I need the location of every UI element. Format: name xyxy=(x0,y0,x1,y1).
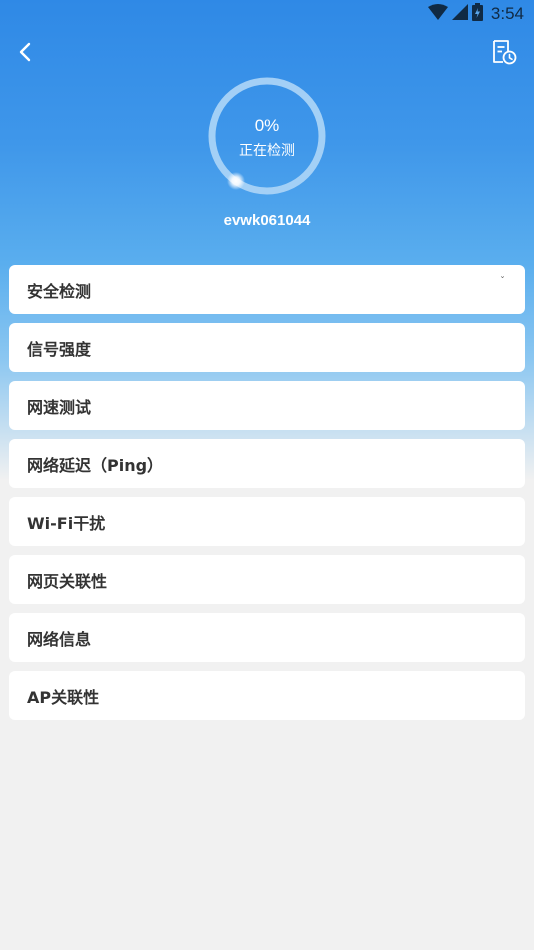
history-button[interactable] xyxy=(490,38,518,66)
detection-item-network-info[interactable]: 网络信息 xyxy=(9,613,525,662)
status-bar: 3:54 xyxy=(0,0,534,28)
device-name: evwk061044 xyxy=(223,212,311,229)
item-label: 安全检测 xyxy=(27,281,92,301)
item-label: 网速测试 xyxy=(27,397,92,417)
item-label: 网络延迟（Ping） xyxy=(27,455,164,475)
back-arrow-icon xyxy=(14,42,38,68)
battery-icon xyxy=(471,2,483,26)
item-label: 信号强度 xyxy=(27,339,92,359)
detection-item-wifi-interference[interactable]: Wi-Fi干扰 xyxy=(9,497,525,546)
detection-item-web-connectivity[interactable]: 网页关联性 xyxy=(9,555,525,604)
history-report-icon xyxy=(490,40,518,70)
detection-item-latency[interactable]: 网络延迟（Ping） xyxy=(9,439,525,488)
detection-item-signal[interactable]: 信号强度 xyxy=(9,323,525,372)
item-label: AP关联性 xyxy=(27,687,100,707)
status-time: 3:54 xyxy=(490,4,524,23)
detection-item-speed[interactable]: 网速测试 xyxy=(9,381,525,430)
status-text: 正在检测 xyxy=(239,143,295,159)
wifi-icon xyxy=(427,3,448,25)
detection-list: 安全检测 ˇ 信号强度 网速测试 网络延迟（Ping） Wi-Fi干扰 网页关联… xyxy=(9,265,525,729)
cellular-signal-icon xyxy=(451,3,468,25)
item-label: 网页关联性 xyxy=(27,571,108,591)
item-label: Wi-Fi干扰 xyxy=(27,513,106,533)
progress-percent: 0% xyxy=(254,116,280,135)
item-label: 网络信息 xyxy=(27,629,92,649)
progress-ring: 0% 正在检测 xyxy=(207,76,327,196)
detection-item-ap-connectivity[interactable]: AP关联性 xyxy=(9,671,525,720)
detection-item-security[interactable]: 安全检测 ˇ xyxy=(9,265,525,314)
progress-glow-dot xyxy=(227,172,245,190)
collapse-indicator-icon: ˇ xyxy=(500,276,505,287)
back-button[interactable] xyxy=(14,40,38,64)
